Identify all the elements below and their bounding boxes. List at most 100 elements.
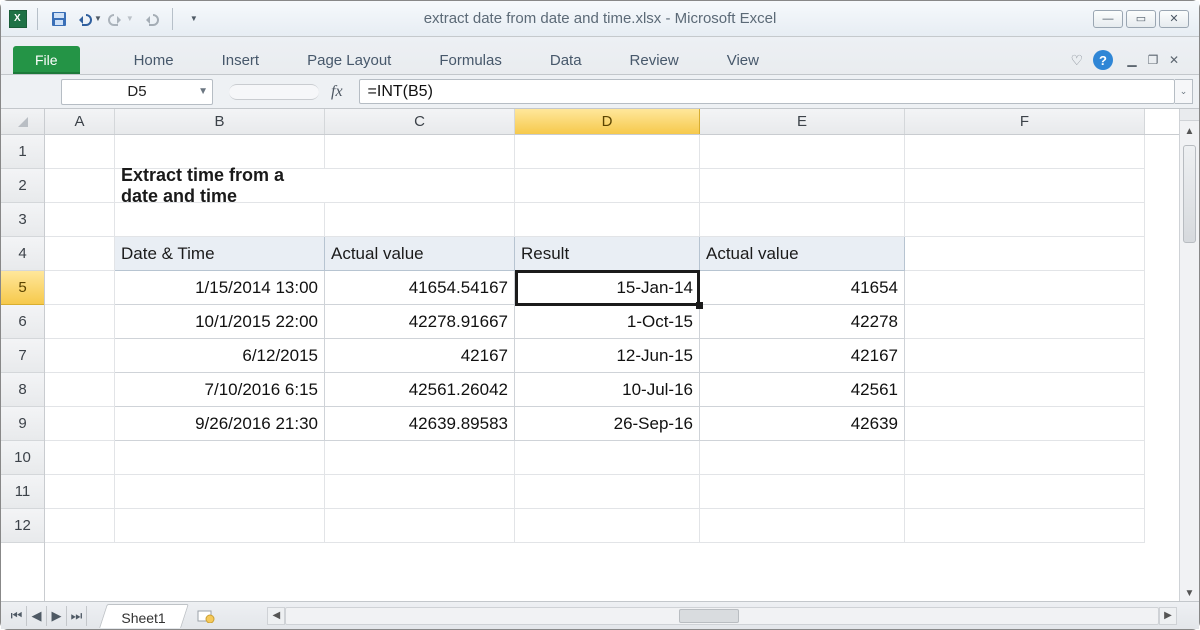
horizontal-scrollbar[interactable]: ◀ ▶: [267, 607, 1177, 625]
cell[interactable]: [905, 407, 1145, 441]
window-restore[interactable]: ▭: [1126, 10, 1156, 28]
cell[interactable]: [700, 441, 905, 475]
chevron-down-icon[interactable]: ▼: [198, 86, 208, 97]
vertical-scrollbar[interactable]: ▲ ▼: [1179, 109, 1199, 603]
cell[interactable]: [45, 237, 115, 271]
help-button[interactable]: ?: [1093, 50, 1113, 70]
cell[interactable]: 42278: [700, 305, 905, 339]
cell[interactable]: 12-Jun-15: [515, 339, 700, 373]
redo-button[interactable]: ▼: [108, 8, 134, 30]
formula-bar-expand[interactable]: ⌄: [1175, 79, 1193, 104]
cell[interactable]: [905, 271, 1145, 305]
scroll-thumb[interactable]: [679, 609, 739, 623]
cell[interactable]: [905, 135, 1145, 169]
cell[interactable]: 42167: [325, 339, 515, 373]
cell[interactable]: [45, 373, 115, 407]
tab-page-layout[interactable]: Page Layout: [285, 46, 413, 74]
cell[interactable]: 42278.91667: [325, 305, 515, 339]
col-header-a[interactable]: A: [45, 109, 115, 134]
cell[interactable]: [115, 203, 325, 237]
cell[interactable]: 10-Jul-16: [515, 373, 700, 407]
cell[interactable]: [325, 441, 515, 475]
cell[interactable]: 41654: [700, 271, 905, 305]
tab-file[interactable]: File: [13, 46, 80, 74]
row-header-7[interactable]: 7: [1, 339, 44, 373]
cell[interactable]: [45, 475, 115, 509]
workbook-close[interactable]: ✕: [1165, 53, 1183, 68]
sheet-tab-sheet1[interactable]: Sheet1: [99, 604, 189, 628]
cell[interactable]: [700, 169, 905, 203]
tab-review[interactable]: Review: [608, 46, 701, 74]
cell[interactable]: [325, 135, 515, 169]
row-header-9[interactable]: 9: [1, 407, 44, 441]
cell[interactable]: 10/1/2015 22:00: [115, 305, 325, 339]
cell[interactable]: [905, 305, 1145, 339]
cell[interactable]: [700, 203, 905, 237]
row-header-4[interactable]: 4: [1, 237, 44, 271]
select-all-corner[interactable]: [1, 109, 44, 135]
cell[interactable]: [45, 271, 115, 305]
cell[interactable]: 42561.26042: [325, 373, 515, 407]
scroll-left-button[interactable]: ◀: [267, 607, 285, 625]
table-header[interactable]: Actual value: [325, 237, 515, 271]
col-header-e[interactable]: E: [700, 109, 905, 134]
tab-formulas[interactable]: Formulas: [417, 46, 524, 74]
cell[interactable]: [700, 509, 905, 543]
cell[interactable]: [45, 169, 115, 203]
col-header-c[interactable]: C: [325, 109, 515, 134]
cell[interactable]: 42639: [700, 407, 905, 441]
cell[interactable]: 7/10/2016 6:15: [115, 373, 325, 407]
workbook-restore[interactable]: ❐: [1144, 53, 1162, 68]
tab-data[interactable]: Data: [528, 46, 604, 74]
cell[interactable]: [515, 203, 700, 237]
scroll-right-button[interactable]: ▶: [1159, 607, 1177, 625]
cell[interactable]: [325, 169, 515, 203]
cell[interactable]: [45, 441, 115, 475]
cell[interactable]: [905, 475, 1145, 509]
scroll-track[interactable]: [285, 607, 1159, 625]
col-header-d[interactable]: D: [515, 109, 700, 134]
cell[interactable]: [325, 509, 515, 543]
cell[interactable]: [115, 509, 325, 543]
cell[interactable]: [45, 135, 115, 169]
tab-insert[interactable]: Insert: [200, 46, 282, 74]
cell[interactable]: [700, 135, 905, 169]
sheet-nav-last[interactable]: ⏭: [67, 606, 87, 626]
cell[interactable]: [905, 237, 1145, 271]
row-header-12[interactable]: 12: [1, 509, 44, 543]
sheet-nav-next[interactable]: ▶: [47, 606, 67, 626]
formula-input[interactable]: =INT(B5): [359, 79, 1175, 104]
qat-customize[interactable]: ▼: [183, 8, 205, 30]
cell[interactable]: 41654.54167: [325, 271, 515, 305]
split-handle[interactable]: [1180, 109, 1199, 121]
insert-function-button[interactable]: fx: [331, 83, 343, 101]
cell[interactable]: [515, 169, 700, 203]
cell[interactable]: [325, 475, 515, 509]
table-header[interactable]: Date & Time: [115, 237, 325, 271]
window-minimize[interactable]: —: [1093, 10, 1123, 28]
cell[interactable]: [905, 441, 1145, 475]
cell[interactable]: [515, 441, 700, 475]
row-header-2[interactable]: 2: [1, 169, 44, 203]
cell[interactable]: 26-Sep-16: [515, 407, 700, 441]
tab-home[interactable]: Home: [112, 46, 196, 74]
cell[interactable]: 9/26/2016 21:30: [115, 407, 325, 441]
cell[interactable]: [115, 441, 325, 475]
new-sheet-button[interactable]: [195, 607, 217, 625]
cell[interactable]: 42561: [700, 373, 905, 407]
row-header-11[interactable]: 11: [1, 475, 44, 509]
row-header-6[interactable]: 6: [1, 305, 44, 339]
col-header-f[interactable]: F: [905, 109, 1145, 134]
scroll-down-button[interactable]: ▼: [1185, 583, 1195, 603]
cell[interactable]: [905, 373, 1145, 407]
cell[interactable]: [905, 339, 1145, 373]
fill-handle[interactable]: [696, 302, 703, 309]
sheet-nav-first[interactable]: ⏮: [7, 606, 27, 626]
save-button[interactable]: [48, 8, 70, 30]
row-header-1[interactable]: 1: [1, 135, 44, 169]
row-header-5[interactable]: 5: [1, 271, 44, 305]
cell[interactable]: [515, 509, 700, 543]
cell[interactable]: [45, 509, 115, 543]
undo-button[interactable]: ▼: [76, 8, 102, 30]
cell[interactable]: 42167: [700, 339, 905, 373]
